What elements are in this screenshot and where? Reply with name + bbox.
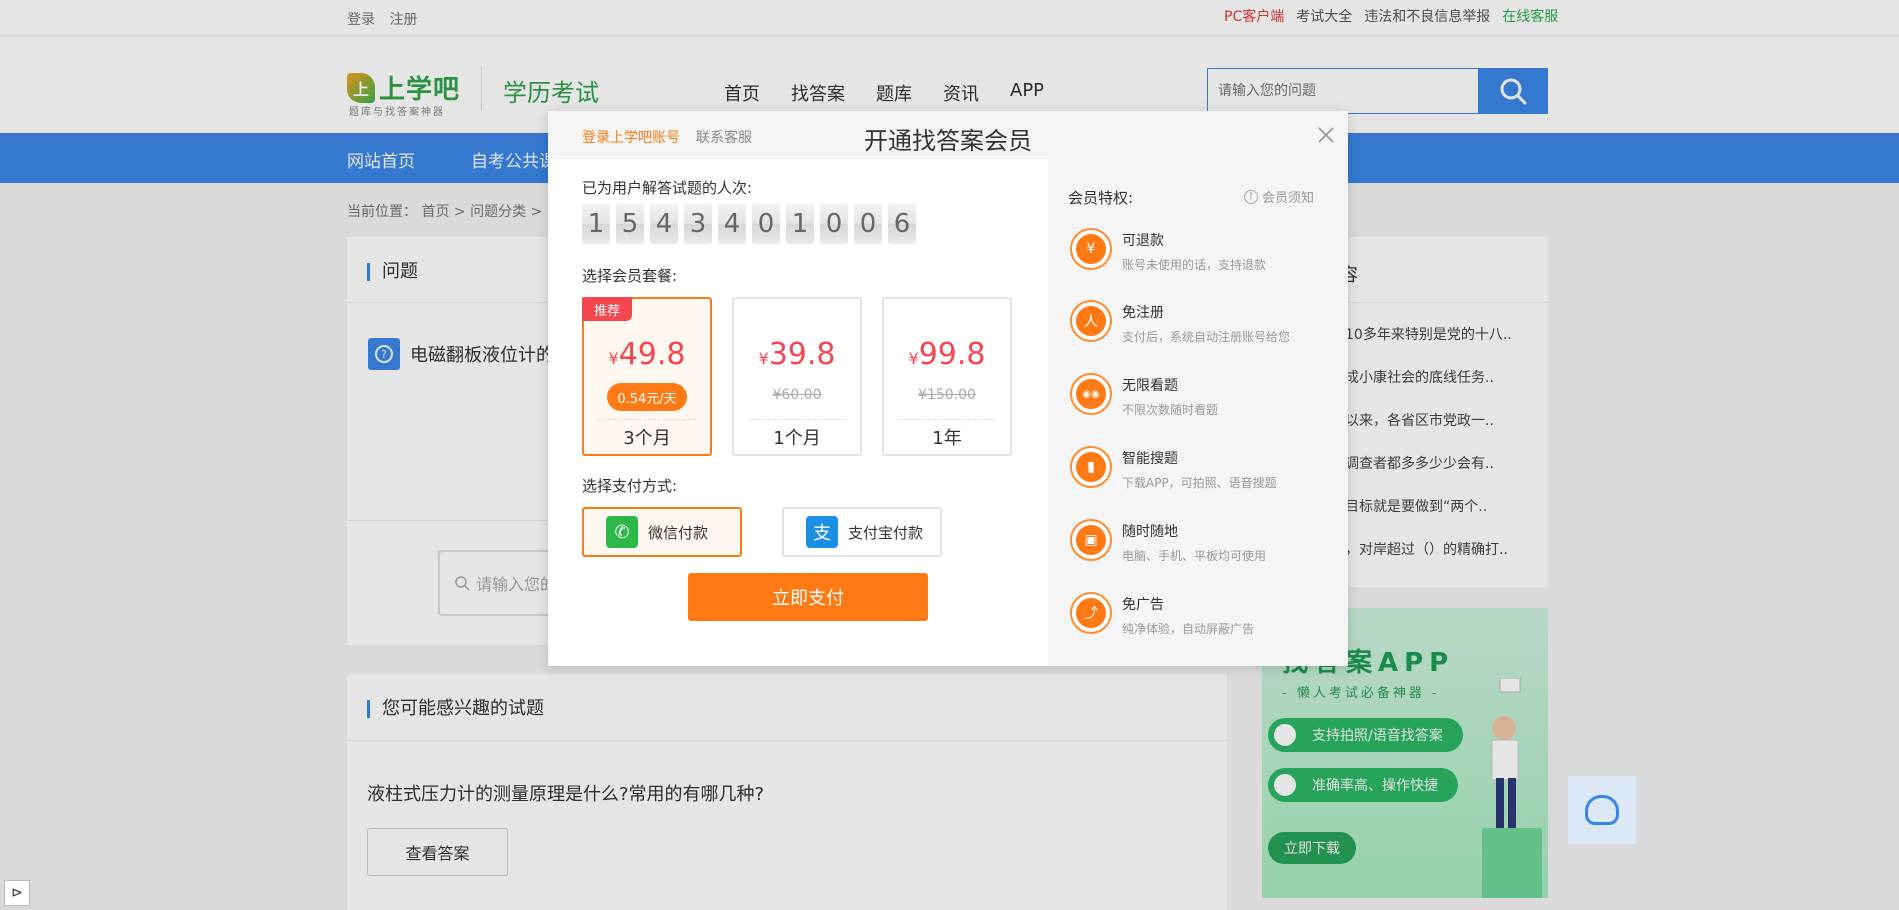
count-label: 已为用户解答试题的人次: [582,179,753,197]
privilege-title: 无限看题 [1122,378,1178,394]
plan-price: ¥49.8 [584,337,710,372]
plan-period: 1年 [932,428,962,449]
recommended-badge: 推荐 [582,297,632,321]
privilege-item: ▣ 随时随地电脑、手机、平板均可使用 [1070,519,1266,564]
expand-sidebar-icon[interactable]: ⊳ [4,880,30,906]
unlimited-view-icon: ◉◉ [1070,373,1112,415]
modal-title: 开通找答案会员 [864,127,1032,155]
smart-search-icon: ▮ [1070,446,1112,488]
counter-digit: 0 [854,204,882,244]
privilege-desc: 纯净体验，自动屏蔽广告 [1122,622,1255,636]
modal-header: 登录上学吧账号 联系客服 开通找答案会员 [548,111,1348,159]
privilege-desc: 电脑、手机、平板均可使用 [1122,549,1267,563]
plan-period: 1个月 [773,428,821,449]
currency-symbol: ¥ [908,349,919,368]
plan-option-3-months[interactable]: 推荐 ¥49.8 0.54元/天 3个月 [582,297,712,456]
privileges-title: 会员特权: [1068,189,1134,207]
pay-now-button[interactable]: 立即支付 [688,573,928,621]
privilege-title: 免注册 [1122,305,1164,321]
plan-price: ¥99.8 [884,337,1010,372]
refund-icon: ¥ [1070,228,1112,270]
price-value: 99.8 [918,337,986,372]
anywhere-icon: ▣ [1070,519,1112,561]
currency-symbol: ¥ [758,349,769,368]
eye-glyph: ◉◉ [1076,379,1106,409]
counter-digit: 3 [684,204,712,244]
plan-option-1-year[interactable]: ¥99.8 ¥150.00 1年 [882,297,1012,456]
privilege-desc: 不限次数随时看题 [1122,403,1219,417]
price-value: 39.8 [768,337,836,372]
chart-glyph: ⤴ [1076,598,1106,628]
counter-digit: 6 [888,204,916,244]
counter-digit: 5 [616,204,644,244]
original-price: ¥60.00 [772,387,822,403]
privilege-item: ▮ 智能搜题下载APP，可拍照、语音搜题 [1070,446,1277,491]
privilege-desc: 账号未使用的话，支持退款 [1122,258,1267,272]
counter-digit: 1 [582,204,610,244]
no-register-icon: 人 [1070,300,1112,342]
counter-digit: 1 [786,204,814,244]
pay-wechat-label: 微信付款 [648,523,709,542]
privilege-desc: 下载APP，可拍照、语音搜题 [1122,476,1277,490]
pay-alipay-label: 支付宝付款 [848,523,924,542]
customer-service-button[interactable] [1568,776,1636,844]
divider [748,419,846,420]
privilege-item: ¥ 可退款账号未使用的话，支持退款 [1070,228,1266,273]
device-glyph: ▣ [1076,525,1106,555]
info-icon: ! [1244,189,1258,204]
refund-glyph: ¥ [1076,234,1106,264]
original-price: ¥150.00 [918,387,976,403]
counter-digit: 0 [820,204,848,244]
wechat-icon: ✆ [606,516,638,548]
counter-digit: 4 [718,204,746,244]
member-notice-link[interactable]: ! 会员须知 [1244,187,1314,206]
member-notice-label: 会员须知 [1262,191,1315,206]
membership-modal: 登录上学吧账号 联系客服 开通找答案会员 已为用户解答试题的人次: 1 5 4 … [548,111,1348,666]
privilege-title: 可退款 [1122,233,1164,249]
counter-digit: 0 [752,204,780,244]
privilege-title: 免广告 [1122,597,1164,613]
privilege-item: 人 免注册支付后，系统自动注册账号给您 [1070,300,1290,345]
plan-option-1-month[interactable]: ¥39.8 ¥60.00 1个月 [732,297,862,456]
privilege-desc: 支付后，系统自动注册账号给您 [1122,330,1291,344]
privilege-title: 智能搜题 [1122,451,1178,467]
counter-digit: 4 [650,204,678,244]
phone-glyph: ▮ [1076,452,1106,482]
privilege-item: ⤴ 免广告纯净体验，自动屏蔽广告 [1070,592,1254,637]
user-glyph: 人 [1076,306,1106,336]
privileges-panel: 会员特权: ! 会员须知 ¥ 可退款账号未使用的话，支持退款 人 免注册支付后，… [1048,159,1348,666]
privilege-title: 随时随地 [1122,524,1178,540]
pay-method-label: 选择支付方式: [582,477,678,495]
close-icon[interactable] [1315,124,1337,146]
divider [598,419,696,420]
currency-symbol: ¥ [608,349,619,368]
plan-label: 选择会员套餐: [582,267,678,285]
headset-icon [1585,795,1619,825]
no-ads-icon: ⤴ [1070,592,1112,634]
alipay-icon: 支 [806,516,838,548]
pay-wechat-option[interactable]: ✆ 微信付款 [582,507,742,557]
divider [898,419,996,420]
daily-price-tag: 0.54元/天 [607,383,687,411]
price-value: 49.8 [618,337,686,372]
plan-price: ¥39.8 [734,337,860,372]
privilege-item: ◉◉ 无限看题不限次数随时看题 [1070,373,1218,418]
plan-period: 3个月 [623,428,671,449]
answer-counter: 1 5 4 3 4 0 1 0 0 6 [582,204,916,244]
pay-alipay-option[interactable]: 支 支付宝付款 [782,507,942,557]
